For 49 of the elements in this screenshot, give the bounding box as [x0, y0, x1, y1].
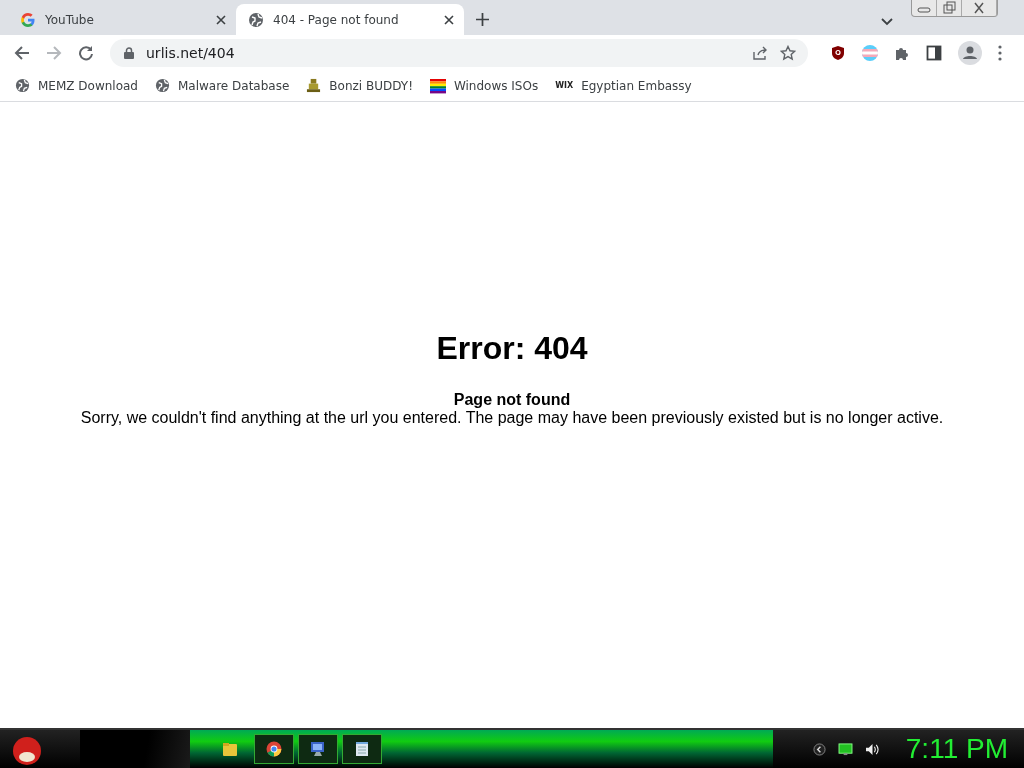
new-tab-icon[interactable] [476, 13, 489, 26]
browser-tab[interactable]: YouTube [8, 4, 236, 35]
folder-icon [222, 741, 238, 757]
lock-icon [124, 46, 134, 59]
taskbar-app[interactable] [298, 734, 338, 764]
chevron-down-icon[interactable] [881, 18, 893, 26]
bookmark-label: Bonzi BUDDY! [329, 78, 413, 93]
figure-icon [306, 78, 322, 93]
taskbar-app[interactable] [342, 734, 382, 764]
globe-icon [155, 78, 170, 93]
bookmark-item[interactable]: WIX Egyptian Embassy [555, 78, 692, 93]
star-icon[interactable] [780, 44, 796, 61]
share-icon[interactable] [752, 44, 768, 61]
bookmark-item[interactable]: Windows ISOs [429, 77, 539, 94]
address-bar[interactable]: urlis.net/404 [110, 38, 808, 67]
close-icon[interactable] [216, 14, 226, 25]
notepad-icon [354, 741, 370, 757]
browser-tab[interactable]: 404 - Page not found [236, 4, 464, 35]
clock: 7:11 PM [905, 733, 1008, 765]
bookmark-label: MEMZ Download [38, 78, 138, 93]
globe-icon [15, 78, 30, 93]
bookmark-item[interactable]: MEMZ Download [15, 78, 138, 93]
monitor-icon [310, 741, 326, 757]
side-panel-icon[interactable] [926, 44, 942, 61]
shield-icon[interactable] [830, 44, 846, 61]
error-message: Sorry, we couldn't find anything at the url you entered. The page may have been previously existed but is no longer active. [79, 409, 945, 427]
google-icon [20, 11, 36, 28]
error-subheading: Page not found [452, 391, 572, 409]
globe-icon [248, 11, 264, 28]
bookmark-label: Windows ISOs [453, 78, 539, 93]
logo: WIX [555, 81, 574, 90]
error-heading: Error: 404 [435, 330, 589, 367]
back-arrow-icon[interactable] [14, 44, 30, 61]
rainbow-flag-icon [429, 77, 446, 94]
tab-title: YouTube [45, 12, 95, 27]
chrome-icon [266, 741, 282, 757]
bookmark-label: Malware Database [178, 78, 290, 93]
tab-title: 404 - Page not found [273, 12, 400, 27]
taskbar-app[interactable] [254, 734, 294, 764]
menu-icon[interactable] [998, 44, 1002, 61]
reload-icon[interactable] [78, 44, 94, 61]
bookmark-item[interactable]: Bonzi BUDDY! [306, 78, 413, 93]
profile-avatar-icon[interactable] [958, 40, 982, 65]
bookmark-item[interactable]: Malware Database [155, 78, 290, 93]
bookmark-label: Egyptian Embassy [581, 78, 692, 93]
close-icon[interactable] [444, 14, 454, 25]
network-monitor-icon[interactable] [837, 742, 853, 756]
url-text: urlis.net/404 [146, 44, 235, 61]
volume-icon[interactable] [864, 742, 880, 756]
